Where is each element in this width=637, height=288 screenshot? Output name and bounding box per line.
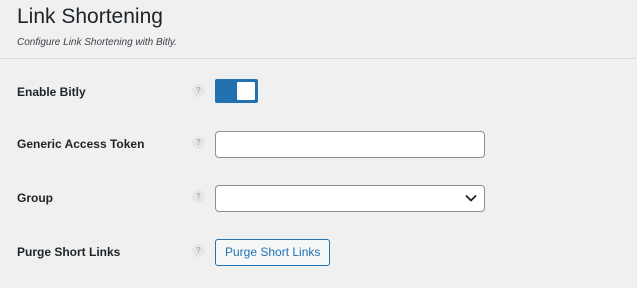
access-token-input[interactable] (215, 131, 485, 158)
purge-short-links-button[interactable]: Purge Short Links (215, 239, 331, 266)
group-label: Group (17, 191, 53, 205)
help-icon[interactable]: ? (192, 190, 205, 203)
enable-bitly-toggle[interactable] (215, 79, 258, 103)
page-title: Link Shortening (17, 5, 163, 28)
enable-bitly-label: Enable Bitly (17, 85, 86, 99)
chevron-down-icon (465, 195, 477, 202)
purge-label: Purge Short Links (17, 245, 121, 259)
help-icon[interactable]: ? (192, 244, 205, 257)
help-icon[interactable]: ? (192, 136, 205, 149)
group-select[interactable] (215, 185, 485, 212)
help-icon[interactable]: ? (192, 84, 205, 97)
header-divider (0, 58, 637, 59)
page-description: Configure Link Shortening with Bitly. (17, 37, 177, 48)
access-token-label: Generic Access Token (17, 137, 145, 151)
toggle-knob (237, 82, 255, 100)
